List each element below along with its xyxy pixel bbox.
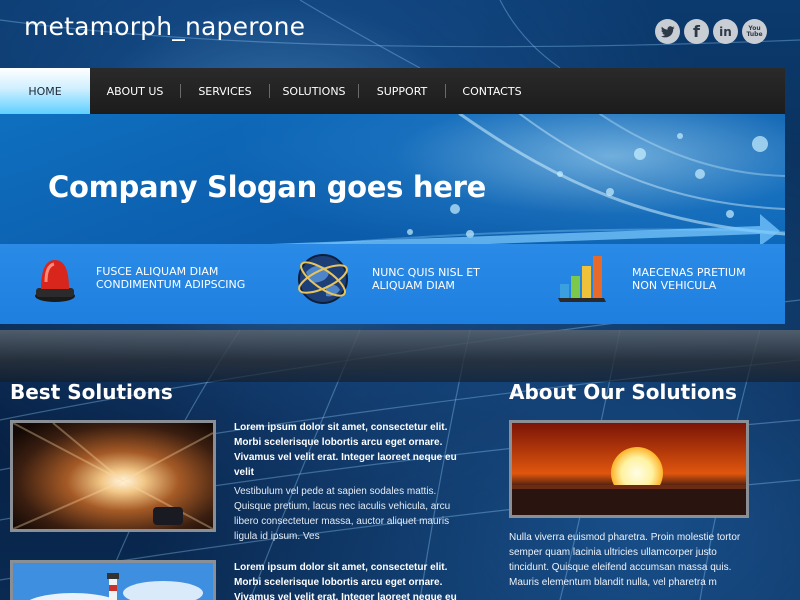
- feature-line: FUSCE ALIQUAM DIAM: [96, 265, 219, 278]
- feature-line: CONDIMENTUM ADIPSCING: [96, 278, 246, 291]
- site-title: metamorph_naperone: [24, 12, 306, 41]
- hero-banner: Company Slogan goes here FUSCE ALIQUAM D…: [0, 114, 785, 324]
- globe-icon: [298, 254, 348, 304]
- lighthouse-image[interactable]: [10, 560, 216, 600]
- best-item-lead: Lorem ipsum dolor sit amet, consectetur …: [234, 562, 457, 600]
- best-item-text: Lorem ipsum dolor sit amet, consectetur …: [234, 560, 470, 600]
- nav-item-contacts[interactable]: CONTACTS: [446, 68, 538, 114]
- siren-icon: [35, 260, 75, 302]
- twitter-icon[interactable]: [655, 19, 680, 44]
- banner-shadow-bar: [0, 330, 800, 382]
- nav-item-support[interactable]: SUPPORT: [359, 68, 445, 114]
- best-item-text: Lorem ipsum dolor sit amet, consectetur …: [234, 420, 470, 544]
- feature-item[interactable]: MAECENAS PRETIUM NON VEHICULA: [556, 252, 785, 306]
- nav-item-about-us[interactable]: ABOUT US: [90, 68, 180, 114]
- feature-line: MAECENAS PRETIUM: [632, 266, 746, 279]
- best-item-lead: Lorem ipsum dolor sit amet, consectetur …: [234, 422, 457, 478]
- nav-item-services[interactable]: SERVICES: [181, 68, 269, 114]
- feature-line: NUNC QUIS NISL ET: [372, 266, 480, 279]
- best-item-body: Vestibulum vel pede at sapien sodales ma…: [234, 486, 451, 542]
- tunnel-image[interactable]: [10, 420, 216, 532]
- about-text: Nulla viverra euismod pharetra. Proin mo…: [509, 532, 741, 588]
- bar-chart-icon: [558, 256, 606, 302]
- sunset-image[interactable]: [509, 420, 749, 518]
- nav-item-solutions[interactable]: SOLUTIONS: [270, 68, 358, 114]
- linkedin-icon[interactable]: in: [713, 19, 738, 44]
- feature-line: NON VEHICULA: [632, 279, 717, 292]
- feature-line: ALIQUAM DIAM: [372, 279, 455, 292]
- feature-item[interactable]: NUNC QUIS NISL ET ALIQUAM DIAM: [296, 252, 532, 306]
- nav-item-home[interactable]: HOME: [0, 68, 90, 114]
- feature-text: NUNC QUIS NISL ET ALIQUAM DIAM: [372, 266, 532, 292]
- youtube-icon[interactable]: You Tube: [742, 19, 767, 44]
- best-solutions-heading: Best Solutions: [10, 380, 173, 404]
- about-solutions-heading: About Our Solutions: [509, 380, 737, 404]
- slogan: Company Slogan goes here: [48, 170, 487, 204]
- feature-text: MAECENAS PRETIUM NON VEHICULA: [632, 266, 785, 292]
- feature-item[interactable]: FUSCE ALIQUAM DIAM CONDIMENTUM ADIPSCING: [32, 252, 256, 304]
- facebook-icon[interactable]: f: [684, 19, 709, 44]
- feature-text: FUSCE ALIQUAM DIAM CONDIMENTUM ADIPSCING: [96, 265, 256, 291]
- main-nav: HOME ABOUT US SERVICES SOLUTIONS SUPPORT…: [0, 68, 785, 114]
- social-links: f in You Tube: [655, 19, 767, 44]
